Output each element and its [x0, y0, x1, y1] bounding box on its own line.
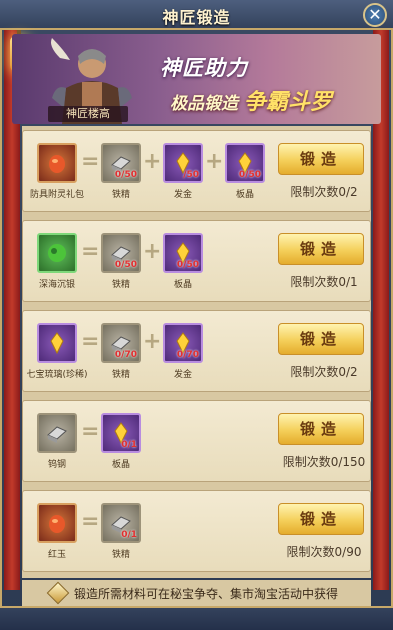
- material-slot[interactable]: 0/1: [101, 503, 141, 543]
- result-slot[interactable]: [37, 233, 77, 273]
- plus-sign: +: [143, 329, 162, 354]
- forge-limit-text: 限制次数0/2: [290, 185, 358, 199]
- info-diamond-icon: [46, 581, 70, 605]
- material-slot[interactable]: 0/50: [225, 143, 265, 183]
- material-label: 铁精: [111, 370, 130, 380]
- result-slot[interactable]: [37, 503, 77, 543]
- recipe-row: 七宝琉璃(珍稀) = 0/70 铁精 +0/70 发金 锻造限制次数0/2: [22, 310, 371, 392]
- tungsten-steel-icon: [47, 426, 67, 443]
- material-label: 发金: [173, 190, 192, 200]
- equals-sign: =: [81, 509, 100, 534]
- material-slot[interactable]: /50: [163, 143, 203, 183]
- plus-sign: +: [143, 149, 162, 174]
- material-label: 板晶: [173, 280, 192, 290]
- red-jade-icon: [49, 515, 65, 533]
- material-count: 0/50: [114, 260, 137, 270]
- material-slot[interactable]: 0/70: [101, 323, 141, 363]
- forge-button[interactable]: 锻造: [278, 323, 364, 355]
- recipe-row: 防具附灵礼包 = 0/50 铁精 + /50 发金 +0/50 板晶 锻造限制次数0/2: [22, 130, 371, 212]
- result-label: 防具附灵礼包: [29, 190, 84, 200]
- material-count: 0/70: [114, 350, 137, 360]
- forge-limit-text: 限制次数0/1: [290, 275, 358, 289]
- result-label: 钨钢: [47, 460, 66, 470]
- armor-gift-icon: [49, 155, 65, 173]
- material-label: 板晶: [235, 190, 254, 200]
- window-title: 神匠锻造: [162, 8, 231, 27]
- hero-caption: 神匠楼高: [48, 106, 128, 122]
- result-label: 红玉: [47, 550, 66, 560]
- seven-treasure-icon: [50, 332, 64, 355]
- forge-limit-text: 限制次数0/2: [290, 365, 358, 379]
- result-label: 七宝琉璃(珍稀): [26, 370, 88, 380]
- forge-button[interactable]: 锻造: [278, 143, 364, 175]
- material-label: 板晶: [111, 460, 130, 470]
- material-label: 铁精: [111, 280, 130, 290]
- recipe-row: 深海沉银 = 0/50 铁精 +0/50 板晶 锻造限制次数0/1: [22, 220, 371, 302]
- material-slot[interactable]: 0/1: [101, 413, 141, 453]
- footer-note: 锻造所需材料可在秘宝争夺、集市淘宝活动中获得: [22, 580, 371, 606]
- material-label: 铁精: [111, 190, 130, 200]
- forge-button[interactable]: 锻造: [278, 413, 364, 445]
- banner-brand: 争霸斗罗: [243, 90, 332, 115]
- material-count: 0/50: [176, 260, 199, 270]
- deep-sea-silver-icon: [48, 244, 66, 262]
- result-slot[interactable]: [37, 323, 77, 363]
- footer-text: 锻造所需材料可在秘宝争夺、集市淘宝活动中获得: [74, 587, 339, 601]
- forge-limit-text: 限制次数0/90: [286, 545, 362, 559]
- banner-subline: 极品锻造 争霸斗罗: [170, 84, 332, 116]
- material-count: 0/50: [238, 170, 261, 180]
- material-slot[interactable]: 0/70: [163, 323, 203, 363]
- bottom-bar: [0, 606, 393, 630]
- equals-sign: =: [81, 239, 100, 264]
- material-label: 发金: [173, 370, 192, 380]
- banner-headline: 神匠助力: [160, 56, 248, 80]
- result-slot[interactable]: [37, 143, 77, 183]
- recipe-row: 红玉 = 0/1 铁精 锻造限制次数0/90: [22, 490, 371, 572]
- material-count: 0/1: [121, 440, 137, 450]
- plus-sign: +: [205, 149, 224, 174]
- close-button[interactable]: ✕: [363, 3, 387, 27]
- material-slot[interactable]: 0/50: [101, 143, 141, 183]
- material-label: 铁精: [111, 550, 130, 560]
- result-slot[interactable]: [37, 413, 77, 453]
- material-slot[interactable]: 0/50: [101, 233, 141, 273]
- title-bar: 神匠锻造 ✕: [0, 0, 393, 30]
- material-count: 0/1: [121, 530, 137, 540]
- result-label: 深海沉银: [38, 280, 75, 290]
- material-count: 0/50: [114, 170, 137, 180]
- recipe-row: 钨钢 = 0/1 板晶 锻造限制次数0/150: [22, 400, 371, 482]
- recipe-list: 防具附灵礼包 = 0/50 铁精 +/50 发金 +0/50 板晶 锻造 限制次数0/2 深海沉银 =…: [22, 126, 371, 578]
- material-count: /50: [183, 170, 199, 180]
- material-count: 0/70: [176, 350, 199, 360]
- material-slot[interactable]: 0/50: [163, 233, 203, 273]
- banner-subline-prefix: 极品锻造: [170, 94, 238, 114]
- equals-sign: =: [81, 149, 100, 174]
- forge-limit-text: 限制次数0/150: [282, 455, 366, 469]
- plus-sign: +: [143, 239, 162, 264]
- forge-button[interactable]: 锻造: [278, 503, 364, 535]
- forge-button[interactable]: 锻造: [278, 233, 364, 265]
- equals-sign: =: [81, 419, 100, 444]
- equals-sign: =: [81, 329, 100, 354]
